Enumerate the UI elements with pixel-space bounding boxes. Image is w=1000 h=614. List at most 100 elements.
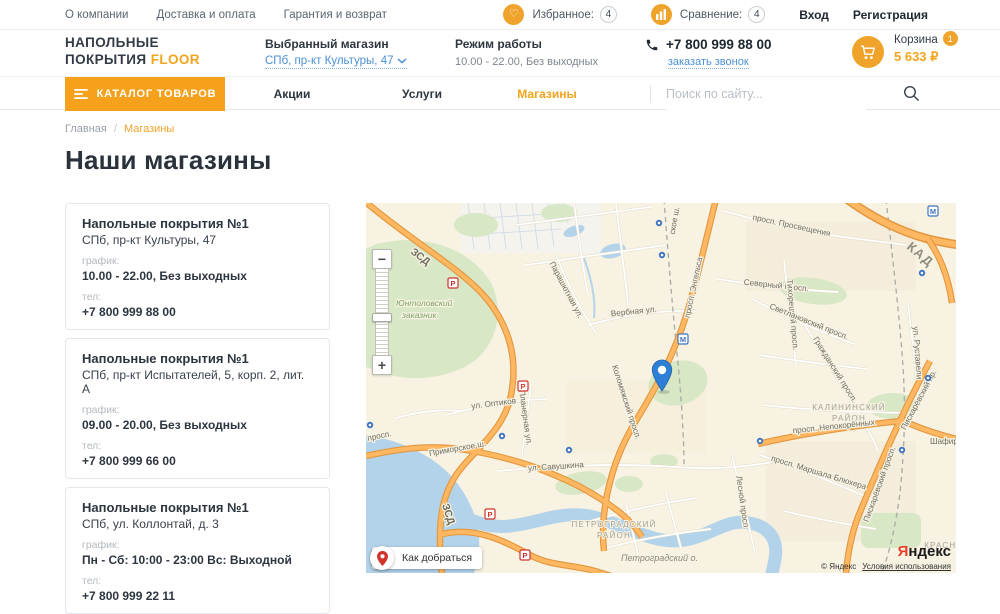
favorites-count-badge: 4 xyxy=(600,6,617,23)
search-icon[interactable] xyxy=(903,85,920,107)
map-label-petrogradsky-island: Петроградский о. xyxy=(621,553,698,563)
topbar-link-about[interactable]: О компании xyxy=(65,9,128,21)
store-schedule: 09.00 - 20.00, Без выходных xyxy=(82,418,313,432)
phone-block: +7 800 999 88 00 заказать звонок xyxy=(645,37,771,70)
work-hours-block: Режим работы 10.00 - 22.00, Без выходных xyxy=(455,37,598,68)
topbar-right: ♡ Избранное: 4 Сравнение: 4 Вход Регистр… xyxy=(503,4,1000,25)
store-phone: +7 800 999 22 11 xyxy=(82,589,313,603)
store-name: Напольные покрытия №1 xyxy=(82,351,313,366)
map-zoom-control: − + xyxy=(372,249,392,375)
callback-link[interactable]: заказать звонок xyxy=(668,56,749,69)
login-link[interactable]: Вход xyxy=(799,8,829,22)
terms-link[interactable]: Условия использования xyxy=(862,562,951,571)
map-zoom-handle[interactable] xyxy=(372,313,392,322)
selected-store-dropdown[interactable]: СПб, пр-кт Культуры, 47 xyxy=(265,55,407,69)
map[interactable]: ЗСД ЗСД Юнтоловский заказник Парашютная … xyxy=(366,203,956,573)
page-title: Наши магазины xyxy=(65,145,1000,175)
map-copyright: © Яндекс Условия использования xyxy=(821,562,951,571)
hours-label: Режим работы xyxy=(455,37,598,51)
map-zoom-out-button[interactable]: − xyxy=(372,249,392,269)
selected-store-label: Выбранный магазин xyxy=(265,37,407,51)
phone-label: тел: xyxy=(82,291,313,303)
store-phone: +7 800 999 66 00 xyxy=(82,454,313,468)
topbar: О компании Доставка и оплата Гарантия и … xyxy=(0,0,1000,30)
hamburger-icon xyxy=(74,89,88,99)
map-label-shafirovsky: Шафир xyxy=(930,437,956,446)
breadcrumb-home[interactable]: Главная xyxy=(65,123,107,135)
cart-icon xyxy=(852,36,884,68)
main-nav: КАТАЛОГ ТОВАРОВ Акции Услуги Магазины xyxy=(0,76,1000,110)
cart-label: Корзина xyxy=(894,34,938,46)
selected-store-block: Выбранный магазин СПб, пр-кт Культуры, 4… xyxy=(265,37,407,69)
logo[interactable]: НАПОЛЬНЫЕ ПОКРЫТИЯ FLOOR xyxy=(65,35,200,69)
svg-text:P: P xyxy=(520,382,525,391)
page-content: Главная / Магазины Наши магазины Напольн… xyxy=(0,110,1000,614)
phone-label: тел: xyxy=(82,575,313,587)
nav-item-promos[interactable]: Акции xyxy=(274,77,311,111)
store-schedule: Пн - Сб: 10:00 - 23:00 Вс: Выходной xyxy=(82,553,313,567)
map-label-petrogradsky2: РАЙОН xyxy=(597,531,631,540)
favorites-label: Избранное: xyxy=(532,9,593,21)
logo-line1: НАПОЛЬНЫЕ xyxy=(65,35,200,52)
cart-total: 5 633 ₽ xyxy=(894,49,958,65)
store-schedule: 10.00 - 22.00, Без выходных xyxy=(82,269,313,283)
schedule-label: график: xyxy=(82,404,313,416)
cart[interactable]: Корзина 1 5 633 ₽ xyxy=(852,34,958,68)
topbar-links: О компании Доставка и оплата Гарантия и … xyxy=(0,9,387,21)
map-label-reserve2: заказник xyxy=(401,310,437,320)
chevron-down-icon xyxy=(397,58,407,64)
topbar-link-warranty[interactable]: Гарантия и возврат xyxy=(284,9,387,21)
compare[interactable]: Сравнение: 4 xyxy=(651,4,765,25)
compare-label: Сравнение: xyxy=(680,9,742,21)
store-address: СПб, ул. Коллонтай, д. 3 xyxy=(82,517,313,531)
store-address: СПб, пр-кт Испытателей, 5, корп. 2, лит.… xyxy=(82,368,313,396)
nav-item-stores[interactable]: Магазины xyxy=(517,77,576,111)
map-zoom-slider[interactable] xyxy=(375,269,389,355)
store-phone: +7 800 999 88 00 xyxy=(82,305,313,319)
heart-icon: ♡ xyxy=(503,4,524,25)
search-input[interactable] xyxy=(666,77,866,111)
yandex-logo[interactable]: Яндекс xyxy=(898,543,951,560)
store-name: Напольные покрытия №1 xyxy=(82,216,313,231)
logo-accent: FLOOR xyxy=(151,52,200,67)
map-label-reserve: Юнтоловский xyxy=(396,298,453,308)
favorites[interactable]: ♡ Избранное: 4 xyxy=(503,4,616,25)
header-phone[interactable]: +7 800 999 88 00 xyxy=(666,37,771,52)
map-label-petrogradsky: ПЕТРОГРАДСКИЙ xyxy=(571,520,656,529)
header: НАПОЛЬНЫЕ ПОКРЫТИЯ FLOOR Выбранный магаз… xyxy=(0,30,1000,76)
svg-text:P: P xyxy=(522,551,527,560)
svg-text:М: М xyxy=(680,335,686,344)
breadcrumb-current: Магазины xyxy=(124,123,174,135)
schedule-label: график: xyxy=(82,255,313,267)
selected-store-value: СПб, пр-кт Культуры, 47 xyxy=(265,55,393,67)
map-zoom-in-button[interactable]: + xyxy=(372,355,392,375)
svg-text:P: P xyxy=(450,279,455,288)
store-card: Напольные покрытия №1 СПб, ул. Коллонтай… xyxy=(65,487,330,614)
svg-text:P: P xyxy=(487,510,492,519)
copyright-text: © Яндекс xyxy=(821,562,856,571)
directions-button[interactable]: Как добраться xyxy=(372,547,482,569)
phone-icon xyxy=(645,38,659,52)
topbar-link-delivery[interactable]: Доставка и оплата xyxy=(156,9,255,21)
compare-count-badge: 4 xyxy=(748,6,765,23)
logo-line2: ПОКРЫТИЯ FLOOR xyxy=(65,52,200,69)
nav-divider xyxy=(650,85,651,103)
map-label-kalininsky: КАЛИНИНСКИЙ xyxy=(812,403,886,412)
pin-icon xyxy=(370,546,394,570)
catalog-button[interactable]: КАТАЛОГ ТОВАРОВ xyxy=(65,77,225,111)
compare-bars-icon xyxy=(651,4,672,25)
cart-count-badge: 1 xyxy=(943,31,958,46)
svg-text:М: М xyxy=(930,207,936,216)
store-card: Напольные покрытия №1 СПб, пр-кт Испытат… xyxy=(65,338,330,479)
nav-item-services[interactable]: Услуги xyxy=(402,77,442,111)
schedule-label: график: xyxy=(82,539,313,551)
store-card: Напольные покрытия №1 СПб, пр-кт Культур… xyxy=(65,203,330,330)
register-link[interactable]: Регистрация xyxy=(853,8,928,22)
phone-label: тел: xyxy=(82,440,313,452)
hours-value: 10.00 - 22.00, Без выходных xyxy=(455,56,598,68)
breadcrumb-separator: / xyxy=(114,123,117,135)
store-address: СПб, пр-кт Культуры, 47 xyxy=(82,233,313,247)
store-list: Напольные покрытия №1 СПб, пр-кт Культур… xyxy=(65,203,330,614)
store-name: Напольные покрытия №1 xyxy=(82,500,313,515)
breadcrumb: Главная / Магазины xyxy=(65,123,1000,135)
